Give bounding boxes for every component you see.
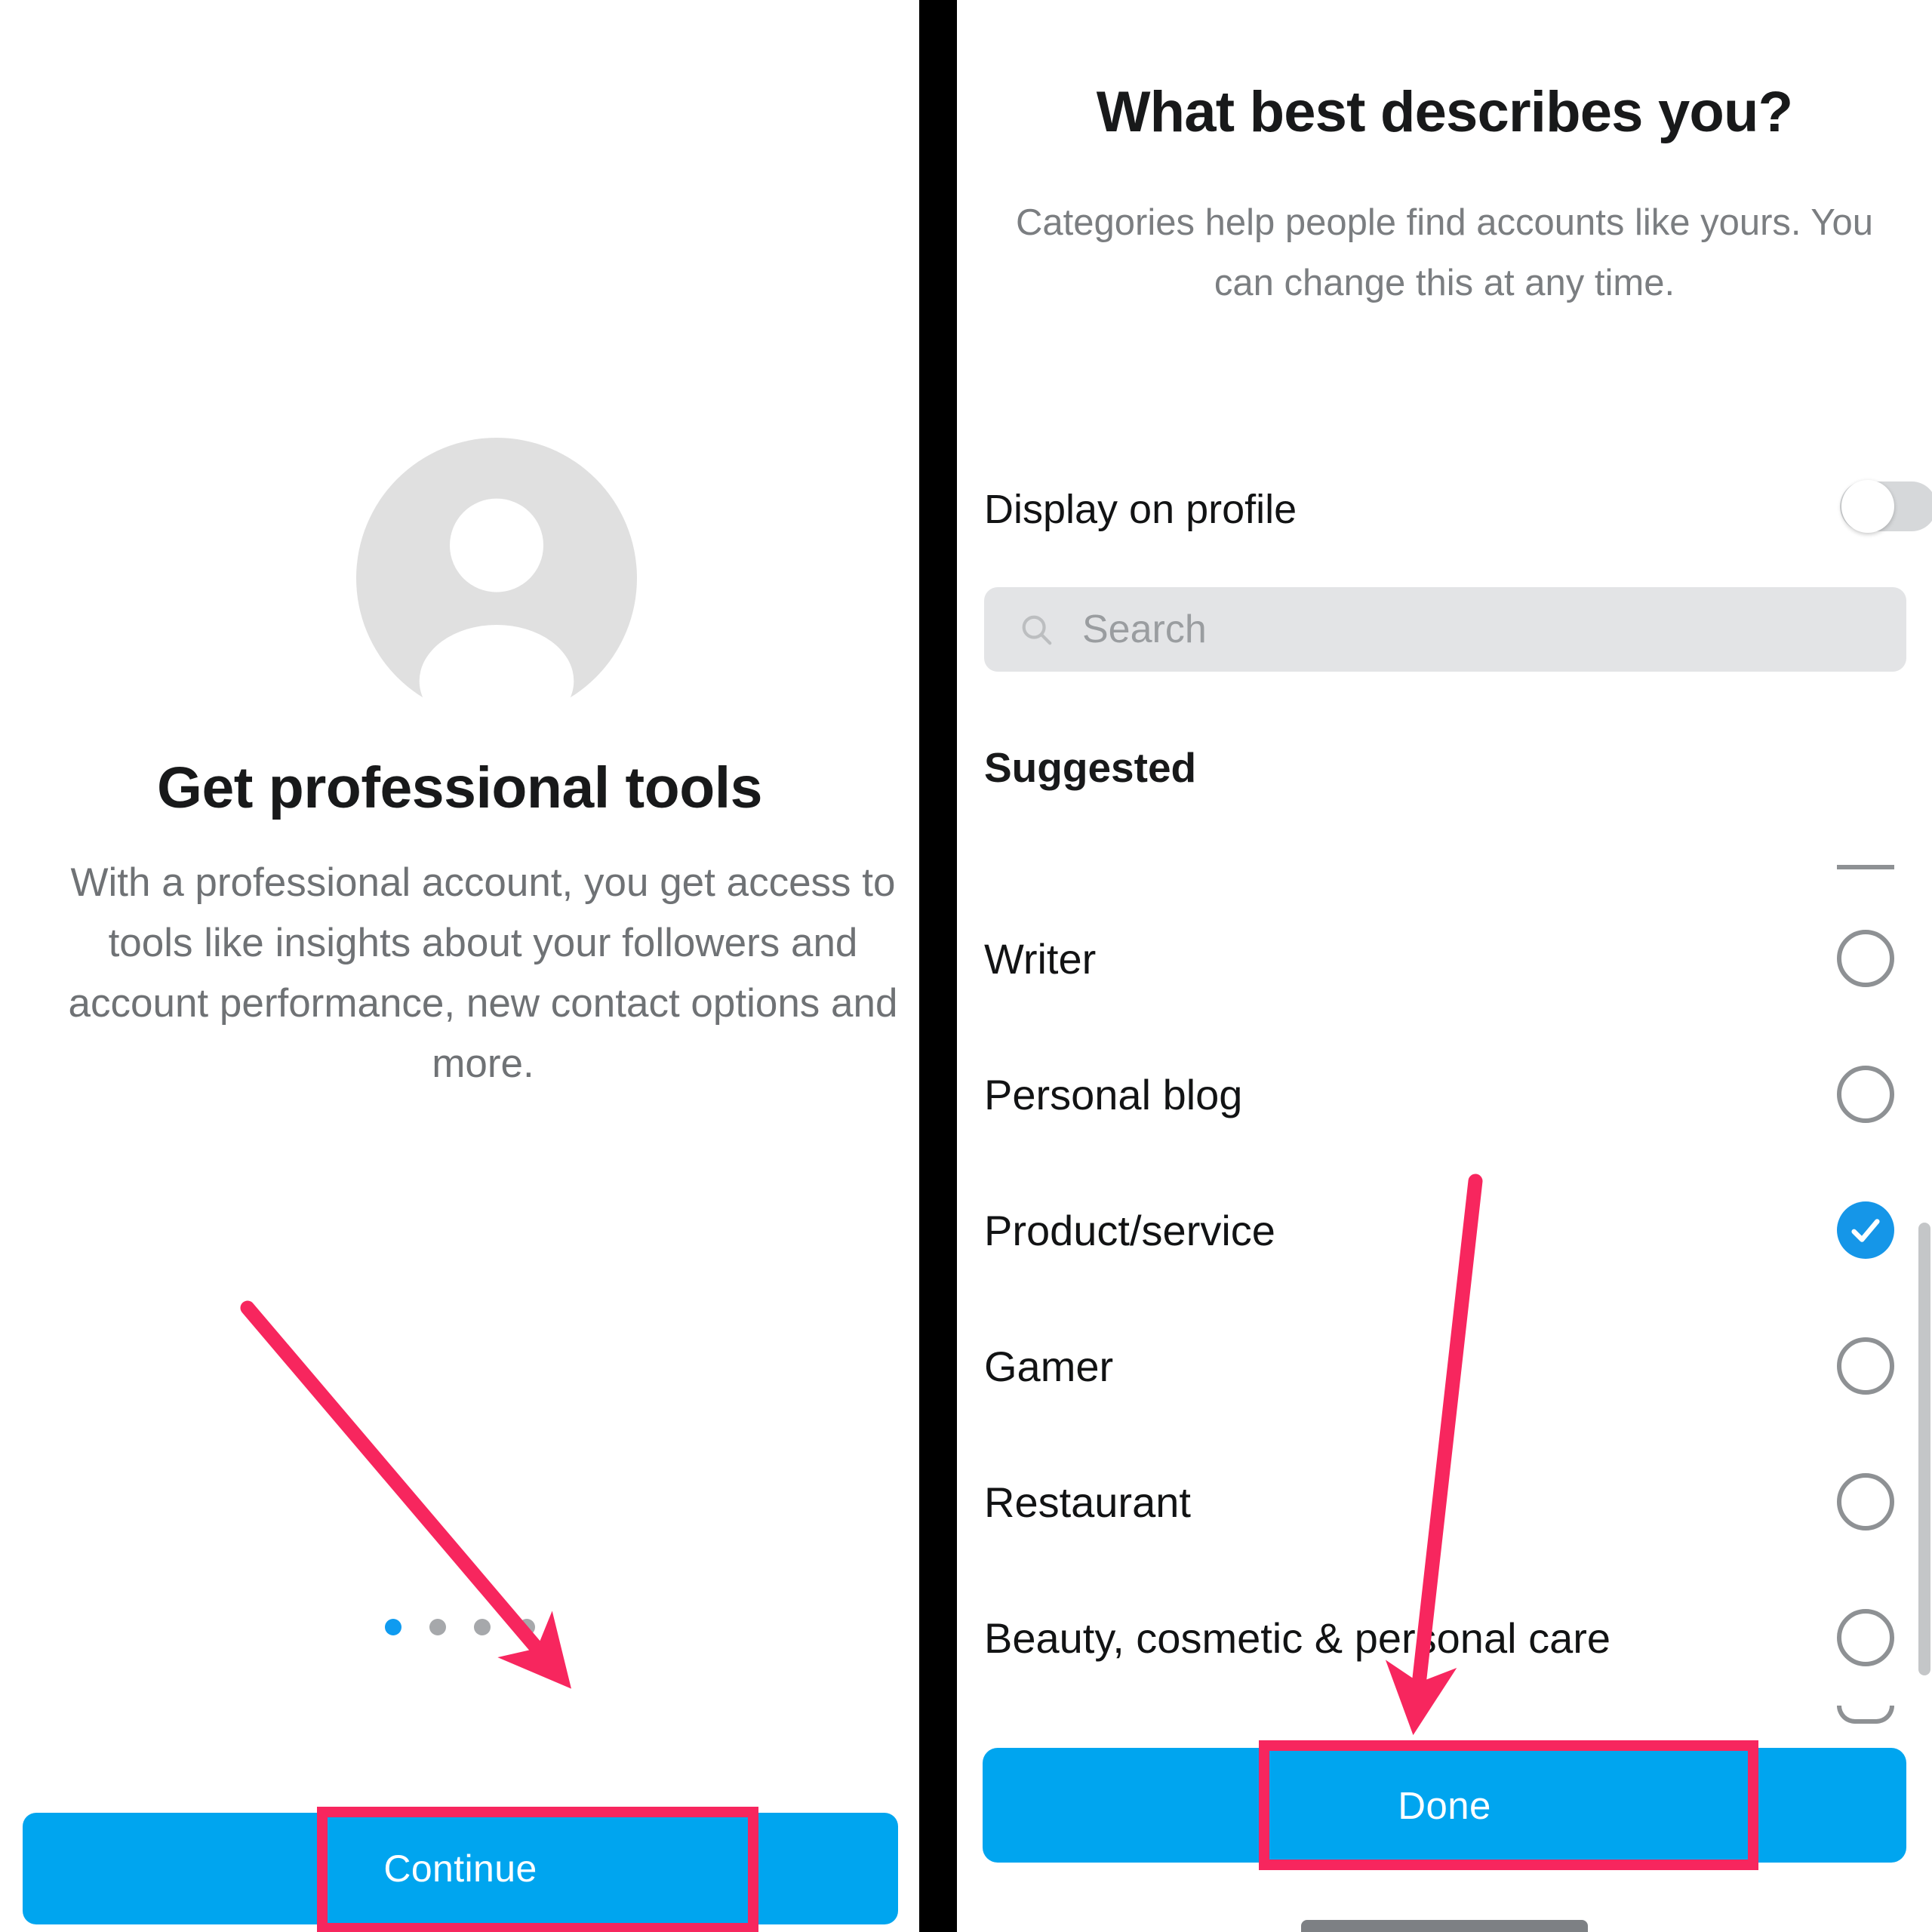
category-label: Restaurant (984, 1478, 1191, 1526)
category-label: Writer (984, 934, 1097, 983)
search-placeholder: Search (1082, 608, 1207, 651)
category-label: Product/service (984, 1206, 1275, 1254)
list-item[interactable]: Beauty, cosmetic & personal care (984, 1570, 1906, 1706)
radio-selected-check-icon[interactable] (1837, 1201, 1894, 1259)
display-on-profile-toggle[interactable] (1840, 480, 1932, 533)
list-item-selected[interactable]: Product/service (984, 1162, 1906, 1298)
page-dot-1 (384, 1619, 401, 1635)
category-label: Beauty, cosmetic & personal care (984, 1614, 1611, 1662)
vertical-scrollbar[interactable] (1918, 1223, 1930, 1675)
category-list: Writer Personal blog Product/service Gam… (984, 819, 1906, 1724)
list-item[interactable]: Restaurant (984, 1434, 1906, 1570)
radio-unselected-icon[interactable] (1837, 1066, 1894, 1123)
radio-unselected-icon[interactable] (1837, 1473, 1894, 1531)
search-input[interactable]: Search (984, 587, 1906, 672)
list-item[interactable] (984, 819, 1906, 891)
suggested-section-label: Suggested (984, 744, 1197, 791)
page-indicator-dots (0, 1619, 919, 1635)
continue-button[interactable]: Continue (23, 1813, 898, 1924)
list-item[interactable]: Personal blog (984, 1026, 1906, 1162)
page-subtitle: Categories help people find accounts lik… (1016, 202, 1873, 303)
page-dot-2 (429, 1619, 446, 1635)
list-item[interactable]: Gamer (984, 1298, 1906, 1434)
page-title: What best describes you? (1096, 80, 1793, 144)
list-item[interactable] (984, 1706, 1906, 1751)
display-on-profile-row[interactable]: Display on profile (984, 468, 1932, 551)
right-screen-panel: What best describes you? Categories help… (957, 0, 1932, 1932)
display-on-profile-label: Display on profile (984, 487, 1297, 532)
page-dot-3 (473, 1619, 491, 1635)
page-description: With a professional account, you get acc… (68, 860, 898, 1086)
left-screen-panel: Get professional tools With a profession… (0, 0, 919, 1932)
search-icon (1022, 615, 1052, 645)
radio-unselected-icon[interactable] (1837, 865, 1894, 891)
system-nav-pill (1301, 1920, 1588, 1932)
done-button-label: Done (1398, 1783, 1491, 1827)
continue-button-label: Continue (383, 1847, 537, 1890)
category-label: Personal blog (984, 1070, 1243, 1118)
radio-unselected-icon[interactable] (1837, 930, 1894, 987)
toggle-knob (1841, 480, 1894, 533)
panel-divider (919, 0, 957, 1932)
radio-unselected-icon[interactable] (1837, 1706, 1894, 1724)
person-placeholder-icon (356, 438, 637, 718)
list-item[interactable]: Writer (984, 891, 1906, 1026)
radio-unselected-icon[interactable] (1837, 1609, 1894, 1666)
screenshot-stage: Get professional tools With a profession… (0, 0, 1932, 1932)
page-title: Get professional tools (157, 755, 762, 820)
radio-unselected-icon[interactable] (1837, 1337, 1894, 1395)
category-label: Gamer (984, 1342, 1114, 1390)
page-dot-4 (518, 1619, 535, 1635)
done-button[interactable]: Done (983, 1748, 1906, 1863)
